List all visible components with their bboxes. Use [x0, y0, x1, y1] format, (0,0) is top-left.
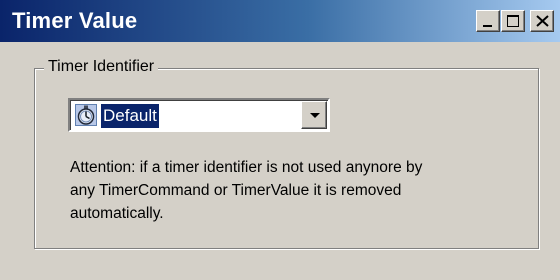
note-line: Attention: if a timer identifier is not …: [70, 159, 423, 176]
chevron-down-icon: [310, 113, 320, 118]
selected-timer-value: Default: [101, 104, 159, 128]
maximize-button[interactable]: [501, 10, 525, 32]
window-title: Timer Value: [12, 8, 138, 33]
minimize-button[interactable]: [476, 10, 500, 32]
close-button[interactable]: [530, 10, 554, 32]
note-line: automatically.: [70, 205, 164, 222]
group-label: Timer Identifier: [44, 56, 159, 78]
minimize-icon: [477, 11, 499, 31]
attention-note: Attention: if a timer identifier is not …: [70, 156, 528, 225]
stopwatch-icon: [75, 104, 97, 126]
note-line: any TimerCommand or TimerValue it is rem…: [70, 182, 402, 199]
maximize-icon: [502, 11, 524, 31]
close-icon: [531, 11, 553, 31]
title-bar[interactable]: Timer Value: [0, 0, 560, 42]
timer-identifier-dropdown[interactable]: Default: [68, 98, 330, 132]
timer-value-dialog: Timer Value Timer Identifier Default Att…: [0, 0, 560, 280]
dropdown-arrow-button[interactable]: [301, 101, 327, 129]
